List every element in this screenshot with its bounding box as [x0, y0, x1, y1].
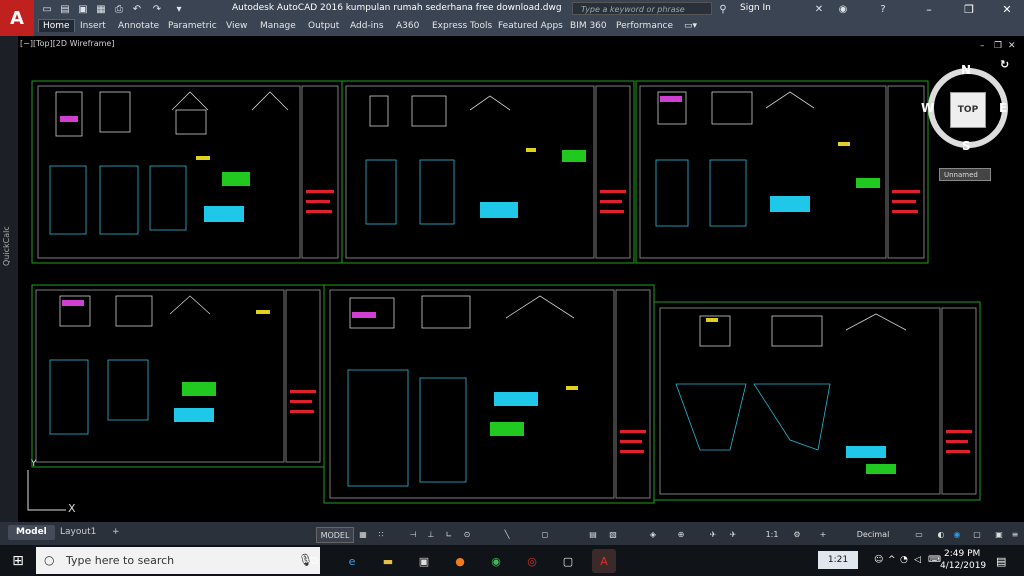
3d-osnap-icon[interactable]: ◈ [646, 527, 660, 541]
hardware-acceleration-icon[interactable]: ◉ [950, 527, 964, 541]
network-icon[interactable]: ◔ [900, 555, 908, 565]
file-explorer-icon[interactable]: ▬ [376, 549, 400, 573]
taskbar-search-input[interactable]: Type here to search [36, 547, 320, 574]
snap-icon[interactable]: ∷ [374, 527, 388, 541]
store-icon[interactable]: ▣ [412, 549, 436, 573]
rotate-view-icon[interactable]: ↻ [1000, 58, 1009, 71]
clock-date[interactable]: 4/12/2019 [940, 561, 986, 571]
status-menu-icon[interactable]: ≡ [1008, 527, 1022, 541]
tab-model[interactable]: Model [8, 525, 55, 540]
annotation-scale-select[interactable]: 1:1 [758, 527, 786, 541]
viewcube-top-face[interactable]: TOP [950, 92, 986, 128]
ucs-x-label: X [68, 502, 76, 515]
transparency-icon[interactable]: ▧ [606, 527, 620, 541]
task-view-icon[interactable]: ⧉ [302, 549, 326, 573]
ucs-menu[interactable]: Unnamed [939, 168, 991, 181]
annotation-monitor-icon[interactable]: + [816, 527, 830, 541]
new-layout-button[interactable]: + [104, 525, 128, 540]
clean-screen-icon[interactable]: ▢ [970, 527, 984, 541]
tray-chevron-icon[interactable]: ^ [888, 555, 896, 565]
compass-west[interactable]: W [921, 101, 934, 115]
customize-icon[interactable]: ▣ [992, 527, 1006, 541]
clock-time[interactable]: 2:49 PM [944, 549, 980, 559]
search-icon: ○ [44, 553, 55, 567]
workspace-gear-icon[interactable]: ⚙ [790, 527, 804, 541]
ucs-y-label: Y [31, 459, 37, 469]
grid-icon[interactable]: ▦ [356, 527, 370, 541]
osnap-icon[interactable]: ◻ [538, 527, 552, 541]
isolate-objects-icon[interactable]: ◐ [934, 527, 948, 541]
opera-icon[interactable]: ◎ [520, 549, 544, 573]
quick-properties-icon[interactable]: ▭ [912, 527, 926, 541]
units-select[interactable]: Decimal [848, 527, 898, 541]
compass-north[interactable]: N [961, 63, 971, 77]
tray-people-icon[interactable]: ☺ [874, 555, 883, 565]
drawing-sheets [27, 80, 981, 511]
edge-icon[interactable]: e [340, 549, 364, 573]
autocad-taskbar-icon[interactable]: A [592, 549, 616, 573]
windows-taskbar: ⊞ Type here to search ○ 🎙 ⧉ e ▬ ▣ ● ◉ ◎ … [0, 545, 1024, 576]
tab-layout1[interactable]: Layout1 [52, 525, 104, 540]
notifications-icon[interactable]: ▤ [996, 555, 1006, 568]
lineweight-icon[interactable]: ▤ [586, 527, 600, 541]
auto-scale-icon[interactable]: ✈ [726, 527, 740, 541]
compass-south[interactable]: S [962, 139, 971, 153]
app-window-icon[interactable]: ▢ [556, 549, 580, 573]
dynamic-input-icon[interactable]: ⊥ [424, 527, 438, 541]
infer-constraints-icon[interactable]: ⊣ [406, 527, 420, 541]
chrome-icon[interactable]: ◉ [484, 549, 508, 573]
selection-cycling-icon[interactable]: ⊕ [674, 527, 688, 541]
compass-east[interactable]: E [999, 101, 1007, 115]
tray-badge[interactable]: 1:21 [818, 551, 858, 569]
isodraft-icon[interactable]: ╲ [500, 527, 514, 541]
volume-icon[interactable]: ◁ [914, 555, 921, 565]
firefox-icon[interactable]: ● [448, 549, 472, 573]
annotation-visibility-icon[interactable]: ✈ [706, 527, 720, 541]
ortho-icon[interactable]: ∟ [442, 527, 456, 541]
windows-start-icon[interactable]: ⊞ [0, 545, 36, 576]
model-space-button[interactable]: MODEL [316, 527, 354, 543]
polar-tracking-icon[interactable]: ⊙ [460, 527, 474, 541]
